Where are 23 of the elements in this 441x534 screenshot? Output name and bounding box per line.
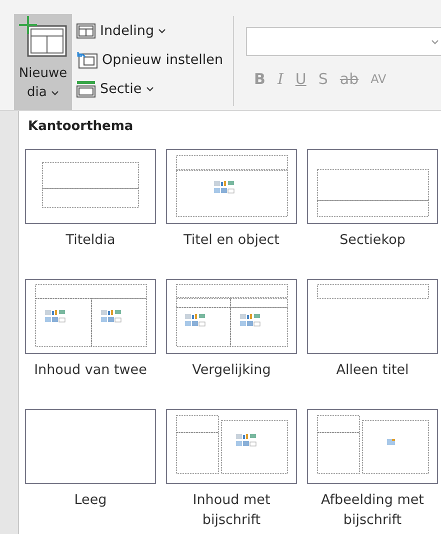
- section-icon: [76, 80, 96, 98]
- layout-option[interactable]: Inhoud met bijschrift: [166, 409, 297, 534]
- ribbon-command[interactable]: Indeling: [76, 19, 223, 43]
- layout-option[interactable]: Sectiekop: [307, 149, 438, 279]
- layout-option[interactable]: Leeg: [25, 409, 156, 534]
- gallery-heading: Kantoorthema: [27, 119, 134, 136]
- new-slide-button[interactable]: Nieuwe dia: [14, 14, 72, 110]
- caret-icon: [158, 28, 166, 34]
- font-field[interactable]: [246, 27, 441, 56]
- layout-option[interactable]: Titeldia: [25, 149, 156, 279]
- caret-icon: [431, 38, 439, 44]
- ribbon-command[interactable]: Sectie: [76, 77, 223, 101]
- ribbon-command[interactable]: Opnieuw instellen: [76, 48, 223, 72]
- layout-option[interactable]: Afbeelding met bijschrift: [307, 409, 438, 534]
- layout-option[interactable]: Vergelijking: [166, 279, 297, 409]
- layout-option[interactable]: Alleen titel: [307, 279, 438, 409]
- layout-option[interactable]: Inhoud van twee: [25, 279, 156, 409]
- layout-icon: [76, 23, 96, 39]
- layout-option[interactable]: Titel en object: [166, 149, 297, 279]
- new-slide-icon: [18, 16, 68, 58]
- reset-slide-icon: [76, 51, 98, 69]
- caret-icon: [50, 90, 59, 96]
- caret-icon: [146, 86, 154, 92]
